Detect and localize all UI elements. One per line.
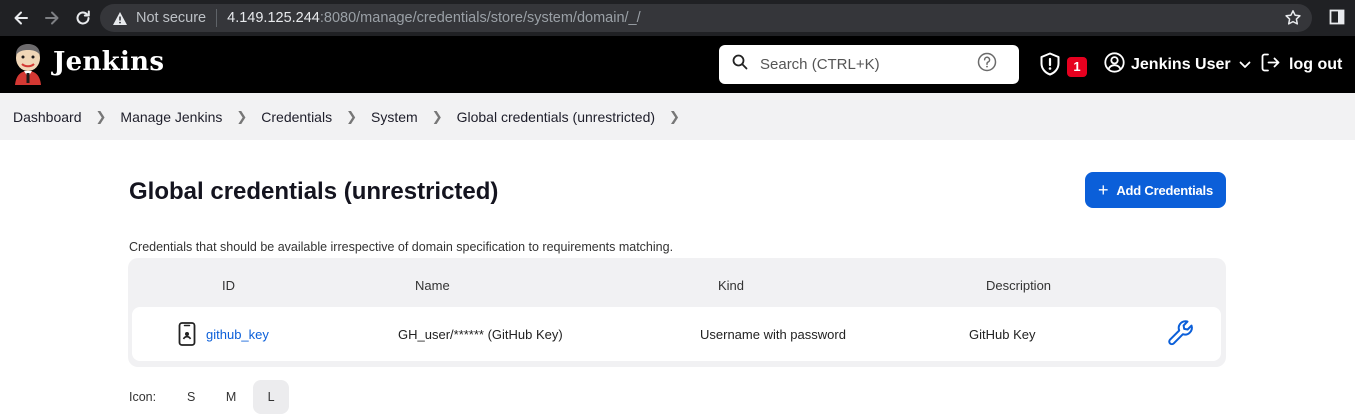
shield-icon (1039, 52, 1061, 81)
credential-id-link[interactable]: github_key (206, 327, 269, 342)
logout-link[interactable]: log out (1260, 52, 1342, 78)
breadcrumb-global-credentials[interactable]: Global credentials (unrestricted) (457, 109, 655, 125)
side-panel-icon[interactable] (1329, 9, 1345, 30)
not-secure-label[interactable]: Not secure (136, 10, 206, 26)
breadcrumb: Dashboard ❯ Manage Jenkins ❯ Credentials… (0, 93, 1355, 140)
user-avatar-icon (1104, 52, 1125, 78)
bookmark-star-icon[interactable] (1284, 9, 1302, 31)
column-header-id[interactable]: ID (222, 278, 235, 293)
page-title: Global credentials (unrestricted) (129, 178, 499, 205)
domain-description: Credentials that should be available irr… (129, 240, 674, 254)
table-row: github_key GH_user/****** (GitHub Key) U… (132, 307, 1221, 361)
arrow-right-icon (45, 11, 59, 25)
browser-toolbar: Not secure 4.149.125.244:8080/manage/cre… (0, 0, 1355, 36)
column-header-kind[interactable]: Kind (718, 278, 744, 293)
jenkins-logo[interactable] (12, 43, 44, 85)
brand-name[interactable]: Jenkins (53, 47, 164, 77)
add-credentials-button[interactable]: + Add Credentials (1085, 172, 1226, 208)
credential-description: GitHub Key (969, 327, 1036, 342)
jenkins-header: Jenkins 1 Jenkins User log out (0, 36, 1355, 93)
search-box[interactable] (719, 45, 1019, 84)
chevron-right-icon[interactable]: ❯ (346, 109, 357, 125)
url-path: :8080/manage/credentials/store/system/do… (319, 10, 641, 26)
warning-icon[interactable] (112, 11, 128, 26)
main-content: Global credentials (unrestricted) + Add … (0, 140, 1355, 420)
logout-label: log out (1289, 56, 1343, 73)
arrow-left-icon (14, 11, 28, 25)
plus-icon: + (1098, 180, 1109, 200)
credential-kind: Username with password (700, 327, 846, 342)
search-icon (732, 54, 748, 75)
breadcrumb-dashboard[interactable]: Dashboard (13, 109, 82, 125)
address-bar[interactable]: Not secure 4.149.125.244:8080/manage/cre… (100, 4, 1312, 32)
user-menu[interactable]: Jenkins User (1104, 52, 1251, 78)
security-alerts[interactable]: 1 (1039, 52, 1087, 81)
user-name: Jenkins User (1131, 56, 1231, 73)
credential-name: GH_user/****** (GitHub Key) (398, 327, 563, 342)
reload-button[interactable] (70, 5, 96, 31)
help-icon[interactable] (977, 52, 997, 77)
column-header-description[interactable]: Description (986, 278, 1051, 293)
icon-size-l[interactable]: L (253, 380, 290, 414)
logout-icon (1260, 52, 1281, 78)
breadcrumb-manage-jenkins[interactable]: Manage Jenkins (120, 109, 222, 125)
breadcrumb-system[interactable]: System (371, 109, 418, 125)
address-divider (216, 9, 218, 27)
security-count-badge: 1 (1067, 56, 1087, 77)
chevron-right-icon[interactable]: ❯ (669, 109, 680, 125)
wrench-icon[interactable] (1166, 318, 1196, 353)
icon-size-s[interactable]: S (173, 380, 209, 414)
search-input[interactable] (760, 56, 975, 73)
column-header-name[interactable]: Name (415, 278, 450, 293)
icon-size-label: Icon: (129, 390, 157, 404)
breadcrumb-credentials[interactable]: Credentials (261, 109, 332, 125)
chevron-right-icon[interactable]: ❯ (96, 109, 107, 125)
chevron-down-icon (1239, 56, 1251, 74)
icon-size-m[interactable]: M (213, 380, 249, 414)
back-button[interactable] (8, 5, 34, 31)
forward-button[interactable] (39, 5, 65, 31)
chevron-right-icon[interactable]: ❯ (432, 109, 443, 125)
url-host: 4.149.125.244 (227, 10, 320, 26)
reload-icon (76, 10, 90, 25)
chevron-right-icon[interactable]: ❯ (236, 109, 247, 125)
credentials-table: ID Name Kind Description github_key GH_u… (128, 258, 1226, 367)
icon-size-selector: Icon: S M L (129, 380, 290, 414)
add-credentials-label: Add Credentials (1116, 182, 1213, 198)
mobile-credential-icon (178, 322, 196, 351)
